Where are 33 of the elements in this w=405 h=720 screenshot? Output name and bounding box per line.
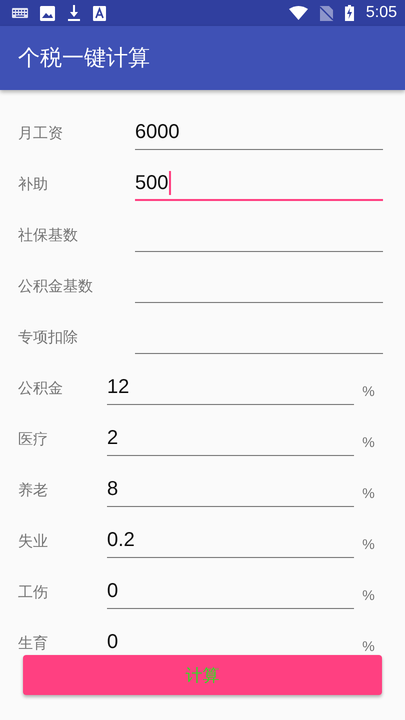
battery-charging-icon [344, 5, 354, 21]
field-label: 养老 [18, 480, 49, 501]
input-field[interactable]: 500 [135, 167, 383, 201]
field-label: 专项扣除 [18, 327, 79, 348]
image-icon [40, 6, 55, 20]
field-label: 医疗 [18, 429, 49, 450]
input-field[interactable]: 0.2 [107, 524, 354, 558]
input-field[interactable]: 0 [107, 575, 354, 609]
field-label: 公积金 [18, 378, 64, 399]
field-label: 失业 [18, 531, 49, 552]
input-field[interactable]: 6000 [135, 116, 383, 150]
wifi-icon [288, 6, 308, 20]
percent-unit: % [361, 637, 376, 652]
percent-unit: % [361, 433, 376, 452]
app-title: 个税一键计算 [18, 45, 150, 73]
keyboard-icon [12, 8, 28, 18]
field-label: 社保基数 [18, 225, 79, 246]
percent-unit: % [361, 586, 376, 605]
text-document-icon [93, 6, 106, 20]
percent-unit: % [361, 535, 376, 554]
field-label: 月工资 [18, 123, 64, 144]
no-sim-icon [320, 6, 333, 20]
field-label: 工伤 [18, 582, 49, 603]
percent-unit: % [361, 484, 376, 503]
status-time: 5:05 [366, 4, 397, 22]
field-label: 补助 [18, 174, 49, 195]
input-field[interactable]: 8 [107, 473, 354, 507]
field-label: 公积金基数 [18, 276, 94, 297]
input-field[interactable]: 2 [107, 422, 354, 456]
input-field[interactable]: 12 [107, 371, 354, 405]
field-label: 生育 [18, 633, 49, 652]
percent-unit: % [361, 382, 376, 401]
download-icon [67, 5, 81, 21]
